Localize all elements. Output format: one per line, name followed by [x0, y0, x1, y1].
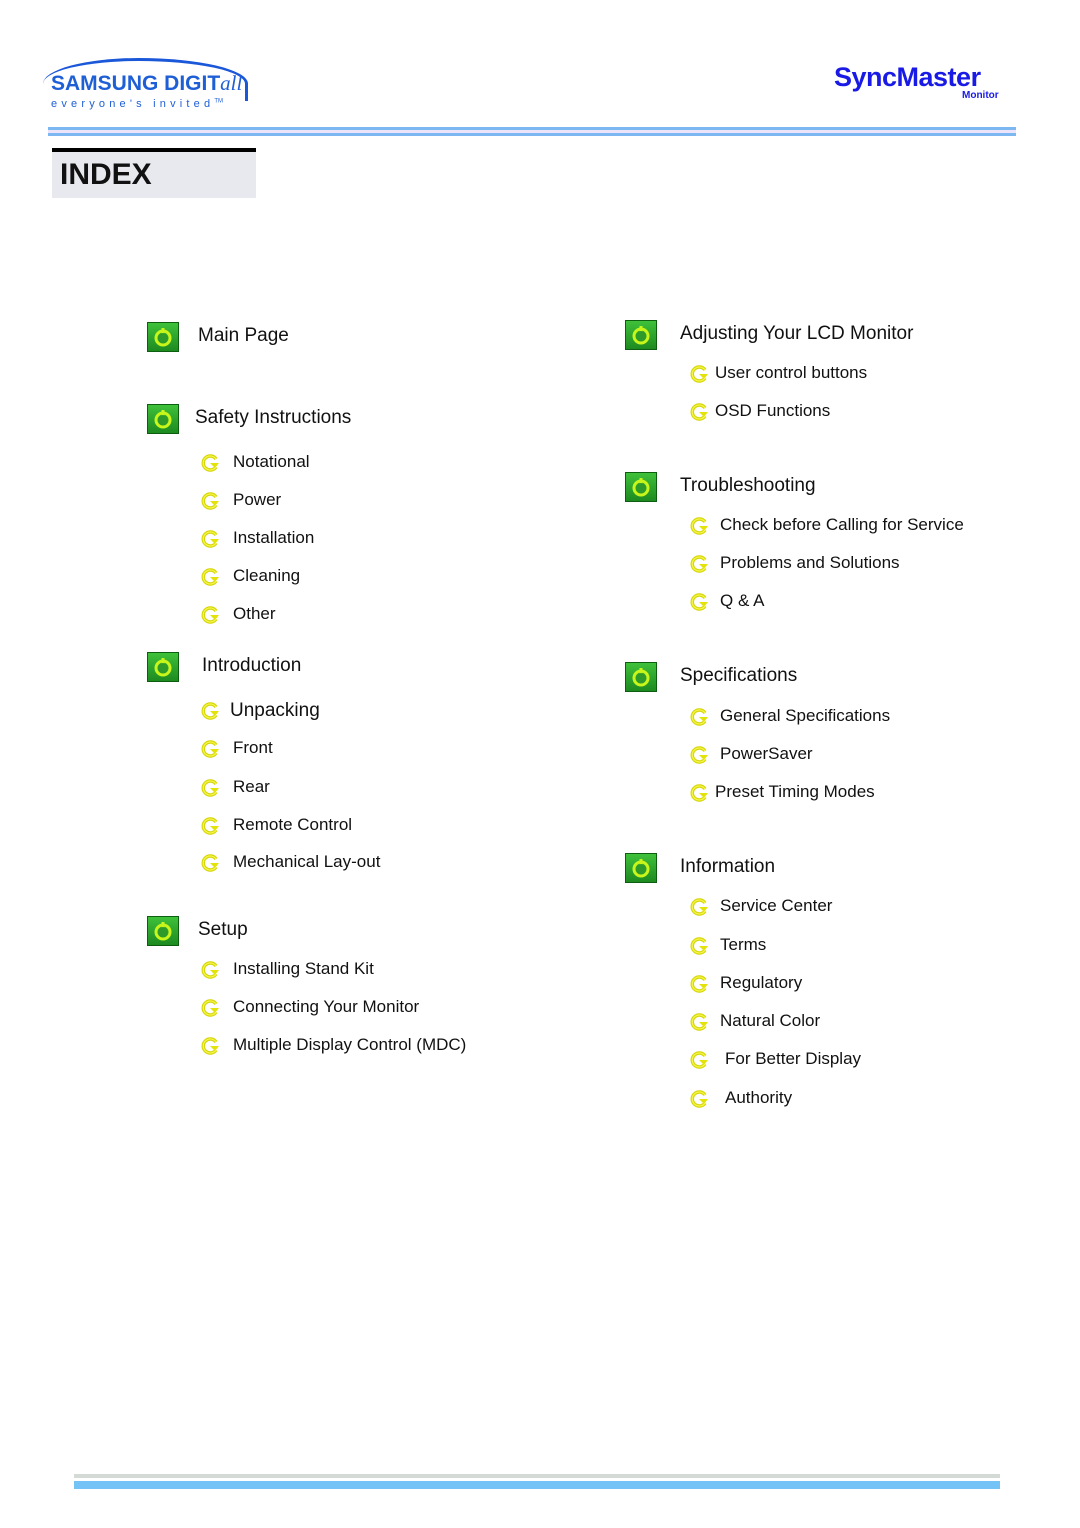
subsection-link[interactable]: General Specifications — [720, 706, 890, 726]
logo-brand-name: SAMSUNG DIGIT — [51, 72, 221, 95]
power-icon[interactable] — [625, 853, 657, 883]
logo-trademark: TM — [214, 98, 223, 105]
power-icon[interactable] — [147, 322, 179, 352]
footer-bar — [74, 1481, 1000, 1489]
subsection-link[interactable]: OSD Functions — [715, 401, 830, 421]
arrow-bullet-icon — [688, 1012, 710, 1032]
section-link[interactable]: Specifications — [680, 665, 797, 687]
subsection-link[interactable]: Power — [233, 490, 281, 510]
subsection-link[interactable]: Notational — [233, 452, 310, 472]
section-link[interactable]: Introduction — [202, 655, 301, 677]
arrow-bullet-icon — [688, 783, 710, 803]
subsection-link[interactable]: PowerSaver — [720, 744, 813, 764]
arrow-bullet-icon — [688, 897, 710, 917]
power-icon[interactable] — [147, 404, 179, 434]
arrow-bullet-icon — [199, 853, 221, 873]
syncmaster-logo: SyncMaster Monitor — [834, 62, 1014, 104]
arrow-bullet-icon — [688, 745, 710, 765]
page-title-text: INDEX — [60, 158, 152, 191]
arrow-bullet-icon — [688, 936, 710, 956]
arrow-bullet-icon — [688, 402, 710, 422]
arrow-bullet-icon — [199, 816, 221, 836]
arrow-bullet-icon — [199, 605, 221, 625]
subsection-link[interactable]: For Better Display — [725, 1049, 861, 1069]
subsection-link[interactable]: Problems and Solutions — [720, 553, 900, 573]
subsection-link[interactable]: Other — [233, 604, 276, 624]
subsection-link[interactable]: Regulatory — [720, 973, 802, 993]
page-title: INDEX — [52, 148, 256, 198]
subsection-link[interactable]: Installation — [233, 528, 314, 548]
subsection-link[interactable]: Cleaning — [233, 566, 300, 586]
subsection-link[interactable]: Front — [233, 738, 273, 758]
section-link[interactable]: Safety Instructions — [195, 407, 351, 429]
subsection-link[interactable]: Installing Stand Kit — [233, 959, 374, 979]
subsection-link[interactable]: Q & A — [720, 591, 764, 611]
arrow-bullet-icon — [199, 453, 221, 473]
power-icon[interactable] — [147, 652, 179, 682]
power-icon[interactable] — [625, 662, 657, 692]
subsection-link[interactable]: Mechanical Lay-out — [233, 852, 380, 872]
samsung-digitall-logo: SAMSUNG DIGITall everyone's invitedTM — [35, 58, 255, 118]
subsection-link[interactable]: Connecting Your Monitor — [233, 997, 419, 1017]
power-icon[interactable] — [147, 916, 179, 946]
section-link[interactable]: Main Page — [198, 325, 289, 347]
logo-brand-script: all — [220, 71, 243, 95]
section-link[interactable]: Information — [680, 856, 775, 878]
footer-rule — [74, 1474, 1000, 1478]
subsection-link[interactable]: Rear — [233, 777, 270, 797]
arrow-bullet-icon — [688, 364, 710, 384]
arrow-bullet-icon — [199, 960, 221, 980]
logo-tagline: everyone's invitedTM — [51, 98, 223, 110]
arrow-bullet-icon — [199, 491, 221, 511]
arrow-bullet-icon — [199, 529, 221, 549]
syncmaster-sub: Monitor — [962, 90, 999, 101]
arrow-bullet-icon — [199, 739, 221, 759]
syncmaster-name: SyncMaster — [834, 62, 981, 92]
arrow-bullet-icon — [199, 1036, 221, 1056]
subsection-link[interactable]: Authority — [725, 1088, 792, 1108]
subsection-link[interactable]: Multiple Display Control (MDC) — [233, 1035, 466, 1055]
header-rule-bottom — [48, 133, 1016, 136]
subsection-link[interactable]: Service Center — [720, 896, 832, 916]
subsection-link[interactable]: Remote Control — [233, 815, 352, 835]
power-icon[interactable] — [625, 320, 657, 350]
subsection-link[interactable]: Terms — [720, 935, 766, 955]
arrow-bullet-icon — [688, 516, 710, 536]
subsection-link[interactable]: Natural Color — [720, 1011, 820, 1031]
power-icon[interactable] — [625, 472, 657, 502]
logo-tagline-text: everyone's invited — [51, 98, 215, 110]
section-link[interactable]: Setup — [198, 919, 248, 941]
subsection-link[interactable]: Preset Timing Modes — [715, 782, 875, 802]
logo-brand-text: SAMSUNG DIGITall — [51, 71, 242, 96]
subsection-link[interactable]: Check before Calling for Service — [720, 515, 964, 535]
arrow-bullet-icon — [688, 1050, 710, 1070]
arrow-bullet-icon — [199, 567, 221, 587]
arrow-bullet-icon — [688, 554, 710, 574]
arrow-bullet-icon — [688, 1089, 710, 1109]
section-link[interactable]: Troubleshooting — [680, 475, 816, 497]
arrow-bullet-icon — [199, 701, 221, 721]
arrow-bullet-icon — [199, 998, 221, 1018]
arrow-bullet-icon — [199, 778, 221, 798]
subsection-link[interactable]: Unpacking — [230, 700, 320, 722]
arrow-bullet-icon — [688, 592, 710, 612]
section-link[interactable]: Adjusting Your LCD Monitor — [680, 323, 913, 345]
subsection-link[interactable]: User control buttons — [715, 363, 867, 383]
arrow-bullet-icon — [688, 707, 710, 727]
arrow-bullet-icon — [688, 974, 710, 994]
